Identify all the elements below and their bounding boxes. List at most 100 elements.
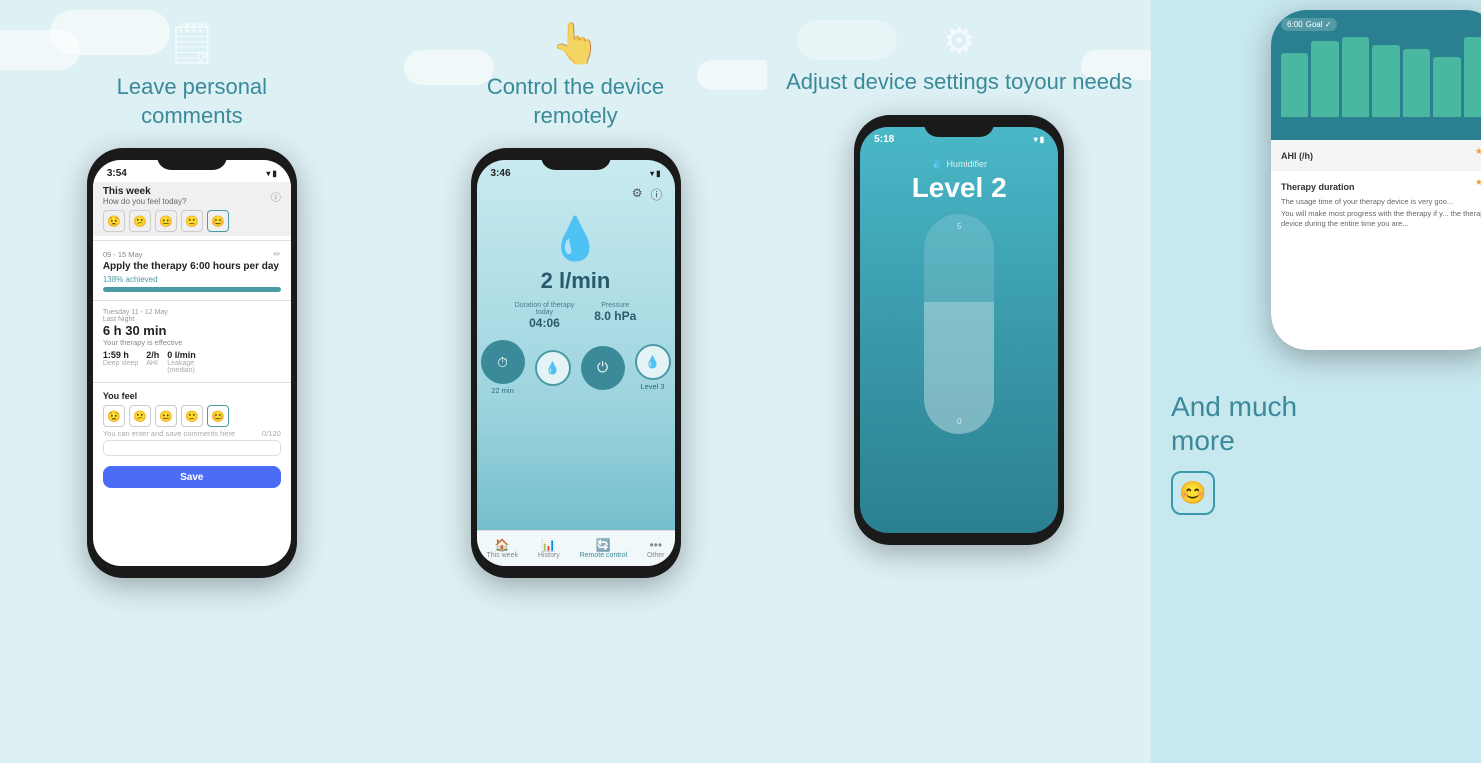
stat-ds-lbl: Deep sleep	[103, 360, 138, 367]
s1-comment-box[interactable]	[103, 440, 281, 456]
last-chart-top: 6:00 Goal ✓	[1281, 18, 1481, 31]
s2-power-btn-wrap: ⏻	[581, 346, 625, 390]
wifi-icon: ▾	[266, 169, 270, 178]
battery-icon-2: ▮	[656, 169, 660, 178]
feel-emoji-1[interactable]: 😟	[103, 405, 125, 427]
s3-level-title: Level 2	[912, 172, 1007, 204]
last-therapy-stars: ★★	[1475, 177, 1481, 188]
stat-leakage: 0 l/min Leakage(median)	[167, 350, 196, 374]
wifi-icon-2: ▾	[650, 169, 654, 178]
panel1-heading: Leave personalcomments	[117, 73, 267, 130]
info-icon[interactable]: ⓘ	[271, 189, 281, 204]
last-ahi-row: AHI (/h) ★★	[1271, 140, 1481, 171]
notch-2	[541, 148, 611, 170]
s3-slider[interactable]: 5 0	[924, 214, 994, 434]
stat-ds-val: 1:59 h	[103, 350, 138, 360]
emoji-4[interactable]: 🙂	[181, 210, 203, 232]
level-icon: 💧	[645, 355, 660, 369]
s3-device-label: 💧 Humidifier	[931, 159, 987, 170]
s1-week-group: This week How do you feel today?	[103, 186, 187, 206]
notch-1	[157, 148, 227, 170]
feel-emoji-4[interactable]: 🙂	[181, 405, 203, 427]
last-phone-inner: 6:00 Goal ✓	[1271, 10, 1481, 350]
phone-frame-1: 3:54 ▾ ▮ This week How do you feel today…	[87, 148, 297, 578]
stat-ahi-lbl: AHI	[146, 360, 159, 367]
s2-flow-value: 2 l/min	[541, 268, 611, 294]
bar-7	[1464, 37, 1481, 117]
battery-icon: ▮	[272, 169, 276, 178]
stat-ahi: 2/h AHI	[146, 350, 159, 374]
s2-center: 💧 2 l/min Duration of therapytoday 04:06…	[477, 207, 675, 395]
bar-6	[1433, 57, 1460, 117]
s1-therapy-ok: Your therapy is effective	[103, 338, 281, 347]
s1-progress-fill	[103, 287, 281, 292]
time-3: 5:18	[874, 134, 894, 145]
s2-time-label: 22 min	[481, 386, 525, 395]
help-icon[interactable]: ⓘ	[650, 186, 662, 203]
s1-goal-title: Apply the therapy 6:00 hours per day	[103, 260, 281, 273]
droplet-icon-3: 💧	[931, 159, 942, 170]
time-1: 3:54	[107, 168, 127, 179]
other-icon: •••	[647, 538, 665, 552]
s2-power-button[interactable]: ⏻	[581, 346, 625, 390]
emoji-1[interactable]: 😟	[103, 210, 125, 232]
s2-duration-lbl: Duration of therapytoday	[515, 302, 575, 316]
phone-frame-3: 5:18 ▾ ▮ 💧 Humidifier Level 2 5	[854, 115, 1064, 545]
s1-night-section: Tuesday 11 - 12 May Last Night 6 h 30 mi…	[93, 305, 291, 378]
s2-drop-btn-wrap: 💧	[535, 350, 571, 386]
settings-sliders-icon[interactable]: ⚙	[632, 186, 643, 203]
notch-3	[924, 115, 994, 137]
bar-3	[1342, 37, 1369, 117]
last-ahi-stars: ★★	[1475, 146, 1481, 157]
tab-remote-control[interactable]: 🔄 Remote control	[580, 538, 627, 559]
tab-history[interactable]: 📊 History	[538, 538, 560, 559]
drop-icon: 💧	[545, 361, 560, 375]
s1-header: This week How do you feel today? ⓘ 😟 😕 😐…	[93, 182, 291, 236]
stat-lk-val: 0 l/min	[167, 350, 196, 360]
s1-save-button[interactable]: Save	[103, 466, 281, 488]
panel-comments: 🗒 Leave personalcomments 3:54 ▾ ▮ This w…	[0, 0, 384, 763]
emoji-5[interactable]: 😊	[207, 210, 229, 232]
last-goal-badge: 6:00 Goal ✓	[1281, 18, 1337, 31]
week-icon: 🏠	[486, 538, 518, 552]
emoji-2[interactable]: 😕	[129, 210, 151, 232]
remote-tab-icon: 🔄	[580, 538, 627, 552]
s1-divider-2	[93, 300, 291, 301]
cloud-3	[50, 10, 170, 55]
s1-header-row: This week How do you feel today? ⓘ	[103, 186, 281, 206]
phone-3: 5:18 ▾ ▮ 💧 Humidifier Level 2 5	[854, 115, 1064, 545]
stat-ahi-val: 2/h	[146, 350, 159, 360]
status-icons-3: ▾ ▮	[1034, 135, 1044, 144]
cloud-2b	[404, 50, 494, 85]
s2-level-label: Level 3	[635, 382, 671, 391]
feel-emoji-5[interactable]: 😊	[207, 405, 229, 427]
last-emoji-box: 😊	[1171, 471, 1215, 515]
phone-frame-2: 3:46 ▾ ▮ ⚙ ⓘ 💧 2 l/min Duration of ther	[471, 148, 681, 578]
wifi-icon-3: ▾	[1034, 135, 1038, 144]
cloud-2a	[697, 60, 767, 90]
emoji-3[interactable]: 😐	[155, 210, 177, 232]
edit-icon[interactable]: ✏	[273, 249, 281, 260]
s2-pressure-lbl: Pressure	[594, 302, 636, 309]
feel-emoji-3[interactable]: 😐	[155, 405, 177, 427]
tab-this-week[interactable]: 🏠 This week	[486, 538, 518, 559]
phone-1: 3:54 ▾ ▮ This week How do you feel today…	[87, 148, 297, 578]
s1-goal-section: 09 - 15 May ✏ Apply the therapy 6:00 hou…	[93, 245, 291, 296]
s2-drop-button[interactable]: 💧	[535, 350, 571, 386]
cloud-3a	[797, 20, 897, 60]
last-therapy-text-2: You will make most progress with the the…	[1281, 209, 1481, 229]
s2-level-button[interactable]: 💧	[635, 344, 671, 380]
feel-emoji-2[interactable]: 😕	[129, 405, 151, 427]
last-bottom-text: And muchmore 😊	[1151, 370, 1317, 525]
last-therapy-text-1: The usage time of your therapy device is…	[1281, 197, 1481, 207]
tab-other[interactable]: ••• Other	[647, 538, 665, 559]
s2-pressure-val: 8.0 hPa	[594, 309, 636, 323]
s1-date: 09 - 15 May	[103, 250, 143, 259]
s2-time-button[interactable]: ⏱	[481, 340, 525, 384]
s2-pressure-block: Pressure 8.0 hPa	[594, 302, 636, 330]
last-phone-partial: 6:00 Goal ✓	[1151, 10, 1481, 370]
s2-top-icons: ⚙ ⓘ	[477, 182, 675, 207]
bar-1	[1281, 53, 1308, 117]
s1-divider-3	[93, 382, 291, 383]
remote-icon: 👆	[551, 20, 601, 67]
